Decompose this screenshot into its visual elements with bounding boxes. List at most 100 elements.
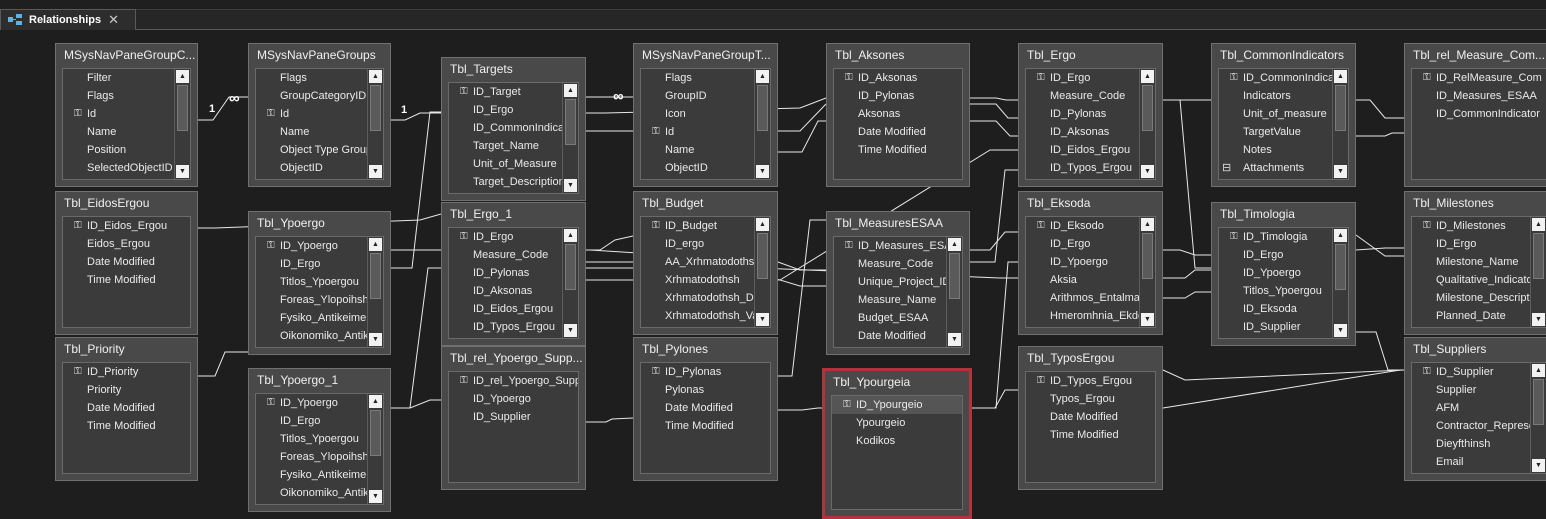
relationship-line[interactable]: [391, 267, 441, 409]
field-row[interactable]: ID_Measures_ESAA: [1412, 87, 1546, 105]
field-row[interactable]: Fysiko_Antikeimeno: [256, 309, 383, 327]
field-row[interactable]: ID_Ypoergo: [449, 390, 578, 408]
field-row[interactable]: ID_Ergo: [1412, 235, 1546, 253]
scroll-thumb[interactable]: [757, 233, 768, 279]
field-row[interactable]: Position: [63, 141, 190, 159]
table-tbl-ypourgeia[interactable]: Tbl_Ypourgeia ⚿ ID_Ypourgeio Ypourgeio Kodik…: [822, 368, 972, 519]
scroll-down-arrow-icon[interactable]: ▼: [1334, 165, 1347, 178]
relationship-line[interactable]: [391, 112, 441, 121]
relationship-line[interactable]: [972, 261, 1018, 409]
field-row[interactable]: ⚿ ID_Milestones: [1412, 217, 1546, 235]
field-row[interactable]: Oikonomiko_Antikeimeno: [256, 327, 383, 345]
field-row[interactable]: ID_Ergo: [1026, 235, 1155, 253]
scroll-down-arrow-icon[interactable]: ▼: [369, 490, 382, 503]
scroll-down-arrow-icon[interactable]: ▼: [756, 165, 769, 178]
field-list[interactable]: ⚿ ID_Ypoergo ID_Ergo Titlos_Ypoergou Foreas_…: [255, 393, 384, 505]
table-title[interactable]: Tbl_CommonIndicators: [1212, 44, 1355, 66]
field-list[interactable]: ⚿ ID_Timologia ID_Ergo ID_Ypoergo Titlos_Ypo…: [1218, 227, 1349, 339]
field-row[interactable]: SelectedObjectID: [63, 159, 190, 177]
table-tbl-timologia[interactable]: Tbl_Timologia ⚿ ID_Timologia ID_Ergo ID_Ypoe…: [1211, 202, 1356, 346]
field-row[interactable]: Contractor_Representative: [1412, 417, 1546, 435]
relationships-tab[interactable]: Relationships ✕: [0, 9, 136, 30]
field-row[interactable]: Date Modified: [63, 253, 190, 271]
table-tbl-rel-measure-com[interactable]: Tbl_rel_Measure_Com... ⚿ ID_RelMeasure_Com…: [1404, 43, 1546, 187]
field-row[interactable]: Budget_ESAA: [834, 309, 962, 327]
relationship-line[interactable]: [1356, 132, 1404, 137]
table-title[interactable]: MSysNavPaneGroups: [249, 44, 390, 66]
table-title[interactable]: Tbl_rel_Ypoergo_Supp...: [442, 347, 585, 369]
field-row[interactable]: Date Modified: [834, 327, 962, 345]
table-tbl-ypoergo[interactable]: Tbl_Ypoergo ⚿ ID_Ypoergo ID_Ergo Titlos_Ypoe…: [248, 211, 391, 355]
scroll-thumb[interactable]: [1335, 244, 1346, 290]
field-row[interactable]: Name: [256, 123, 383, 141]
field-row[interactable]: Titlos_Ypoergou: [1219, 282, 1348, 300]
table-title[interactable]: Tbl_Ypoergo_1: [249, 369, 390, 391]
table-title[interactable]: Tbl_Ypourgeia: [825, 371, 969, 393]
field-list[interactable]: ⚿ ID_Ypoergo ID_Ergo Titlos_Ypoergou Foreas_…: [255, 236, 384, 348]
table-title[interactable]: Tbl_Eksoda: [1019, 192, 1162, 214]
field-row[interactable]: Object Type Group: [256, 141, 383, 159]
table-tbl-milestones[interactable]: Tbl_Milestones ⚿ ID_Milestones ID_Ergo Miles…: [1404, 191, 1546, 335]
table-tbl-eidosergou[interactable]: Tbl_EidosErgou ⚿ ID_Eidos_Ergou Eidos_Ergou…: [55, 191, 198, 335]
field-row[interactable]: ID_Ergo: [449, 101, 578, 119]
table-tbl-pylones[interactable]: Tbl_Pylones ⚿ ID_Pylonas Pylonas Date Modifi…: [633, 337, 778, 481]
field-row[interactable]: AFM: [1412, 399, 1546, 417]
scroll-thumb[interactable]: [1533, 233, 1544, 279]
field-row[interactable]: Time Modified: [834, 141, 962, 159]
field-row[interactable]: Filter: [63, 69, 190, 87]
field-row[interactable]: ⚿ ID_Ypourgeio: [832, 396, 962, 414]
relationship-line[interactable]: [1355, 234, 1404, 257]
relationship-line[interactable]: [1356, 331, 1404, 371]
field-list[interactable]: ⚿ ID_Priority Priority Date Modified Time Mo…: [62, 362, 191, 474]
scroll-thumb[interactable]: [1142, 233, 1153, 279]
field-row[interactable]: Email: [1412, 453, 1546, 471]
field-row[interactable]: ID_Ypoergo: [1219, 264, 1348, 282]
field-row[interactable]: Date Modified: [1026, 408, 1155, 426]
field-list[interactable]: ⚿ ID_Supplier Supplier AFM Contractor_Repres…: [1411, 362, 1546, 474]
field-row[interactable]: Hmeromhnia_Ekdoshs: [1026, 307, 1155, 325]
field-list[interactable]: ⚿ ID_Aksonas ID_Pylonas Aksonas Date Modifie…: [833, 68, 963, 180]
field-row[interactable]: Measure_Code: [834, 255, 962, 273]
table-tbl-targets[interactable]: Tbl_Targets ⚿ ID_Target ID_Ergo ID_CommonInd…: [441, 57, 586, 201]
field-row[interactable]: Fysiko_Antikeimeno: [256, 466, 383, 484]
table-title[interactable]: Tbl_Milestones: [1405, 192, 1546, 214]
relationship-line[interactable]: [1163, 269, 1211, 279]
field-row[interactable]: Milestone_Name: [1412, 253, 1546, 271]
field-row[interactable]: ⚿ Id: [641, 123, 770, 141]
field-row[interactable]: ⚿ ID_Ergo: [449, 228, 578, 246]
relationship-line[interactable]: [970, 120, 1018, 137]
field-row[interactable]: ID_Ergo: [256, 255, 383, 273]
field-list-scrollbar[interactable]: ▲ ▼: [562, 83, 578, 193]
table-tbl-aksones[interactable]: Tbl_Aksones ⚿ ID_Aksonas ID_Pylonas Aksonas D…: [826, 43, 970, 187]
table-tbl-ypoergo-1[interactable]: Tbl_Ypoergo_1 ⚿ ID_Ypoergo ID_Ergo Titlos_Yp…: [248, 368, 391, 512]
field-row[interactable]: Priority: [63, 381, 190, 399]
field-row[interactable]: Aksia: [1026, 271, 1155, 289]
field-row[interactable]: ⚿ ID_Eidos_Ergou: [63, 217, 190, 235]
scroll-up-arrow-icon[interactable]: ▲: [369, 70, 382, 83]
table-tbl-rel-ypoergo-supp[interactable]: Tbl_rel_Ypoergo_Supp... ⚿ ID_rel_Ypoergo_S…: [441, 346, 586, 490]
field-row[interactable]: ObjectID: [256, 159, 383, 177]
field-row[interactable]: Flags: [256, 69, 383, 87]
field-row[interactable]: Foreas_Ylopoihshs: [256, 291, 383, 309]
field-row[interactable]: Name: [63, 123, 190, 141]
relationship-line[interactable]: [1356, 99, 1404, 119]
field-row[interactable]: ID_Typos_Ergou: [1026, 159, 1155, 177]
field-row[interactable]: ⚿ Id: [256, 105, 383, 123]
field-row[interactable]: Milestone_Description: [1412, 289, 1546, 307]
field-list[interactable]: ⚿ ID_Eidos_Ergou Eidos_Ergou Date Modified T…: [62, 216, 191, 328]
table-tbl-ergo-1[interactable]: Tbl_Ergo_1 ⚿ ID_Ergo Measure_Code ID_Pylonas…: [441, 202, 586, 346]
scroll-up-arrow-icon[interactable]: ▲: [756, 70, 769, 83]
field-row[interactable]: ⚿ ID_CommonIndicator: [1219, 69, 1348, 87]
relationship-line[interactable]: [1163, 291, 1211, 299]
field-row[interactable]: Aksonas: [834, 105, 962, 123]
scroll-down-arrow-icon[interactable]: ▼: [564, 324, 577, 337]
table-tbl-budget[interactable]: Tbl_Budget ⚿ ID_Budget ID_ergo AA_Xrhmatodot…: [633, 191, 778, 335]
scroll-thumb[interactable]: [370, 410, 381, 456]
scroll-up-arrow-icon[interactable]: ▲: [756, 218, 769, 231]
field-list-scrollbar[interactable]: ▲ ▼: [1139, 69, 1155, 179]
relationship-line[interactable]: [198, 351, 248, 377]
table-title[interactable]: MSysNavPaneGroupT...: [634, 44, 777, 66]
field-row[interactable]: ID_CommonIndicator: [449, 119, 578, 137]
scroll-thumb[interactable]: [565, 244, 576, 290]
scroll-up-arrow-icon[interactable]: ▲: [1532, 364, 1545, 377]
